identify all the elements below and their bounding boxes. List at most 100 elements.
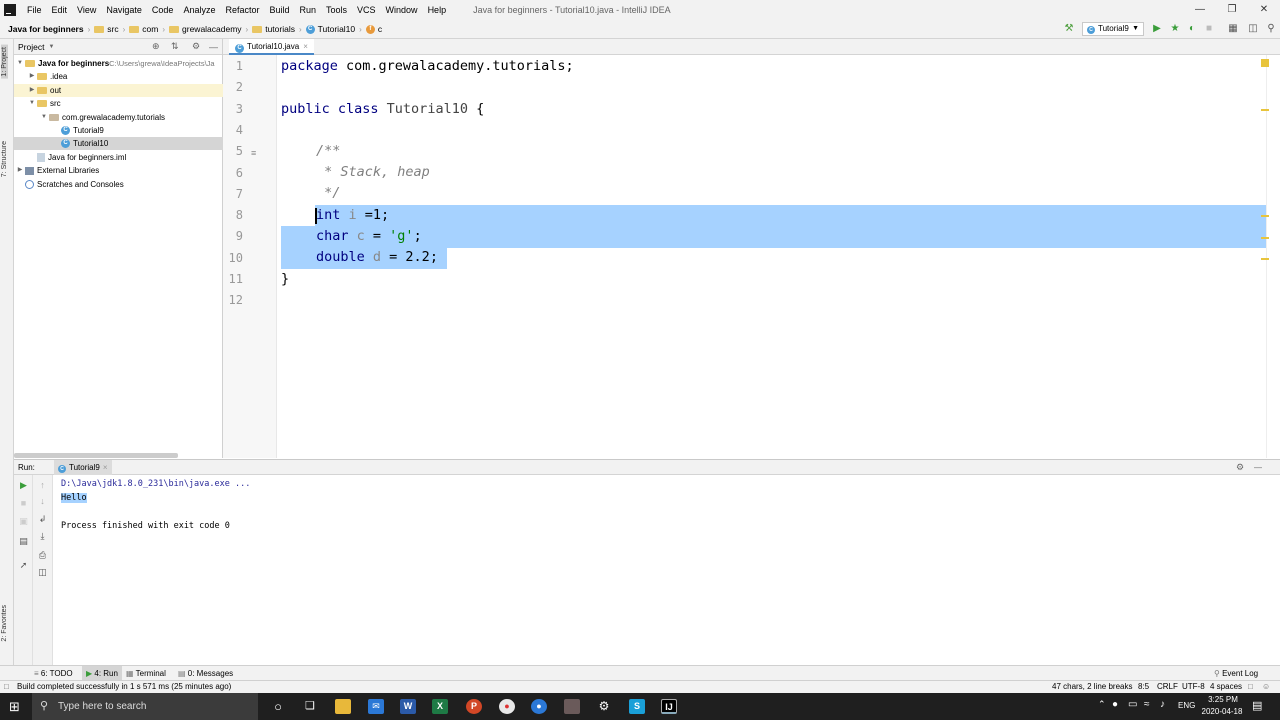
menu-window[interactable]: Window	[381, 0, 423, 20]
chevron-down-icon[interactable]: ▼	[27, 97, 37, 110]
tree-item[interactable]: C Tutorial10	[14, 137, 223, 151]
language-indicator[interactable]: ENG	[1178, 701, 1195, 710]
line-separator[interactable]: CRLF	[1157, 681, 1178, 693]
todo-tool-tab[interactable]: ≡ 6: TODO	[30, 666, 77, 681]
indent-setting[interactable]: 4 spaces	[1210, 681, 1242, 693]
gear-icon[interactable]: ⚙	[1236, 460, 1244, 475]
chevron-down-icon[interactable]: ▼	[48, 44, 54, 50]
locate-target-icon[interactable]: ⊕	[152, 41, 160, 52]
warning-marker[interactable]	[1261, 258, 1269, 260]
notifications-icon[interactable]: ▤	[1252, 699, 1262, 712]
stop-icon[interactable]: ■	[17, 497, 30, 510]
coverage-icon[interactable]: ◐	[1185, 22, 1199, 36]
inspector-icon[interactable]: ☺	[1262, 681, 1270, 693]
volume-icon[interactable]: ♪	[1160, 699, 1165, 710]
chevron-up-icon[interactable]: ⌃	[1098, 699, 1106, 710]
menu-code[interactable]: Code	[147, 0, 179, 20]
favorites-tool-tab[interactable]: 2: Favorites	[1, 605, 8, 642]
clock-date[interactable]: 2020-04-18	[1201, 707, 1243, 716]
chevron-right-icon[interactable]: ▶	[15, 164, 25, 177]
console-output[interactable]: D:\Java\jdk1.8.0_231\bin\java.exe ... He…	[53, 475, 1280, 665]
microphone-icon[interactable]: ●	[1112, 699, 1118, 710]
soft-wrap-icon[interactable]: ↲	[36, 513, 49, 526]
menu-edit[interactable]: Edit	[47, 0, 73, 20]
task-view-icon[interactable]: ❏	[302, 699, 318, 714]
menu-vcs[interactable]: VCS	[352, 0, 381, 20]
arrow-up-icon[interactable]: ↑	[36, 479, 49, 492]
run-tool-tab[interactable]: ▶ 4: Run	[82, 666, 122, 681]
chevron-right-icon[interactable]: ▶	[27, 70, 37, 83]
hide-panel-icon[interactable]: —	[209, 42, 218, 52]
cortana-icon[interactable]: ○	[270, 699, 286, 714]
pin-icon[interactable]: ➚	[17, 559, 30, 572]
excel-icon[interactable]: X	[432, 699, 448, 714]
intellij-taskbar-icon[interactable]: IJ	[661, 699, 677, 714]
chrome-icon[interactable]: ●	[499, 699, 515, 714]
project-structure-icon[interactable]: ▦	[1226, 22, 1240, 36]
menu-view[interactable]: View	[72, 0, 101, 20]
lock-icon[interactable]: □	[1248, 681, 1253, 693]
structure-tool-tab[interactable]: 7: Structure	[1, 141, 8, 177]
file-encoding[interactable]: UTF-8	[1182, 681, 1205, 693]
menu-refactor[interactable]: Refactor	[220, 0, 264, 20]
warning-marker[interactable]	[1261, 109, 1269, 111]
run-tab-tutorial9[interactable]: C Tutorial9 ×	[54, 460, 112, 475]
tree-item[interactable]: C Tutorial9	[14, 124, 223, 137]
code-editor[interactable]: package com.grewalacademy.tutorials; pub…	[277, 55, 1266, 458]
tree-item[interactable]: ▼ com.grewalacademy.tutorials	[14, 111, 223, 124]
tab-tutorial10-java[interactable]: C Tutorial10.java ×	[229, 39, 314, 55]
mail-icon[interactable]: ✉	[368, 699, 384, 714]
stop-icon[interactable]: ■	[1202, 22, 1216, 36]
project-tool-tab[interactable]: 1: Project	[1, 45, 8, 79]
restore-layout-icon[interactable]: ▣	[17, 515, 30, 528]
maximize-button[interactable]: ❐	[1216, 0, 1248, 20]
layout-icon[interactable]: ◫	[1246, 22, 1260, 36]
menu-help[interactable]: Help	[423, 0, 452, 20]
tree-item[interactable]: ▼ src	[14, 97, 223, 110]
gear-icon[interactable]: ⚙	[192, 41, 200, 52]
maps-icon[interactable]: ●	[531, 699, 547, 714]
tree-item[interactable]: ▶ out	[14, 83, 223, 97]
tree-item[interactable]: ▼ Java for beginners C:\Users\grewa\IdeaP…	[14, 57, 223, 70]
chevron-right-icon[interactable]: ▶	[27, 84, 37, 97]
taskbar-search-box[interactable]: ⚲ Type here to search	[32, 693, 258, 720]
breadcrumb-tutorial10[interactable]: C Tutorial10 ›	[305, 24, 366, 34]
fold-icon[interactable]: ≡	[251, 148, 256, 158]
breadcrumb-src[interactable]: src ›	[94, 24, 129, 34]
breadcrumb-com[interactable]: com ›	[129, 24, 169, 34]
wifi-icon[interactable]: ≈	[1144, 699, 1150, 710]
file-explorer-icon[interactable]	[335, 699, 351, 714]
clock-time[interactable]: 3:25 PM	[1206, 695, 1240, 704]
event-log-tool-tab[interactable]: ⚲ Event Log	[1210, 666, 1262, 681]
trash-icon[interactable]: ◫	[36, 566, 49, 579]
close-window-button[interactable]: ✕	[1248, 0, 1280, 20]
project-view-selector[interactable]: Project	[18, 42, 44, 52]
chevron-down-icon[interactable]: ▼	[39, 111, 49, 124]
close-tab-icon[interactable]: ×	[103, 463, 108, 472]
rerun-icon[interactable]: ▶	[17, 479, 30, 492]
status-message[interactable]: Build completed successfully in 1 s 571 …	[17, 681, 231, 693]
word-icon[interactable]: W	[400, 699, 416, 714]
terminal-tool-tab[interactable]: ▦ Terminal	[122, 666, 170, 681]
layout-icon[interactable]: ▤	[17, 535, 30, 548]
caret-position[interactable]: 8:5	[1138, 681, 1149, 693]
tree-item[interactable]: ▶ .idea	[14, 70, 223, 83]
tree-item[interactable]: ▶ External Libraries	[14, 164, 223, 177]
battery-icon[interactable]: ▭	[1128, 699, 1137, 710]
menu-run[interactable]: Run	[295, 0, 322, 20]
breadcrumb-grewalacademy[interactable]: grewalacademy ›	[169, 24, 252, 34]
arrow-down-icon[interactable]: ↓	[36, 495, 49, 508]
menu-build[interactable]: Build	[264, 0, 294, 20]
horizontal-scrollbar[interactable]	[14, 453, 178, 458]
minimize-button[interactable]: —	[1184, 0, 1216, 20]
tree-item[interactable]: Java for beginners.iml	[14, 151, 223, 164]
hide-panel-icon[interactable]: —	[1254, 460, 1262, 475]
collapse-all-icon[interactable]: ⇅	[171, 41, 179, 52]
breadcrumb-project[interactable]: Java for beginners ›	[8, 24, 94, 34]
scroll-to-end-icon[interactable]: ⤓	[36, 530, 49, 543]
build-hammer-icon[interactable]: ⚒	[1062, 22, 1076, 36]
run-icon[interactable]: ▶	[1150, 22, 1164, 36]
warning-marker[interactable]	[1261, 237, 1269, 239]
app-icon[interactable]	[564, 699, 580, 714]
menu-file[interactable]: File	[22, 0, 47, 20]
